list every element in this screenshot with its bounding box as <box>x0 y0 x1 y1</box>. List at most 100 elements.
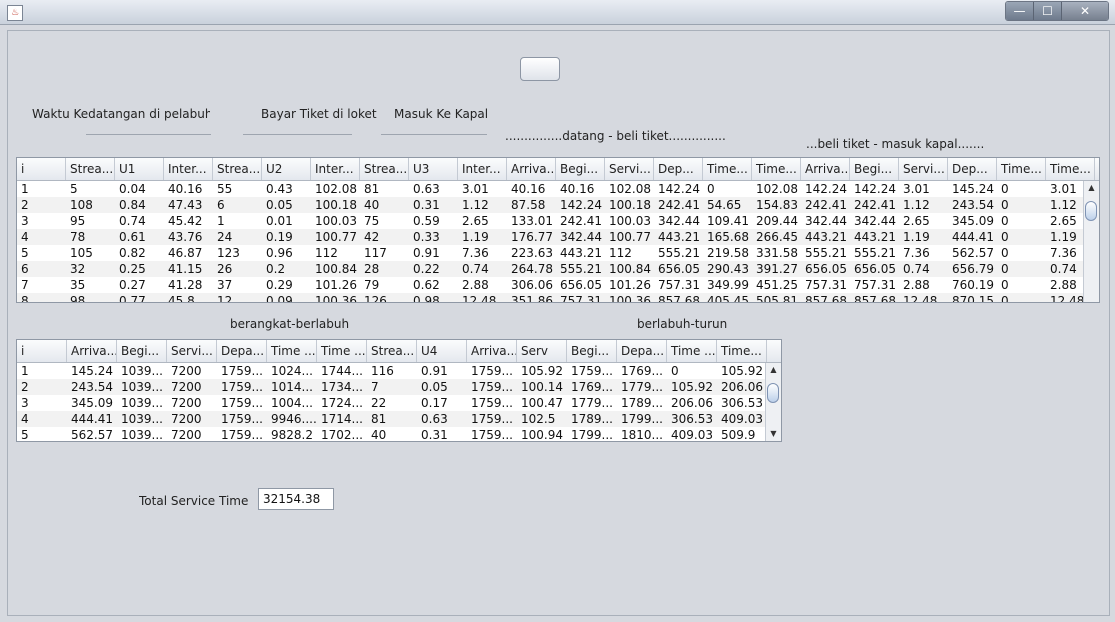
column-header[interactable]: Begi... <box>850 158 899 180</box>
column-header[interactable]: Dep... <box>948 158 997 180</box>
column-header[interactable]: U2 <box>262 158 311 180</box>
table-header: i Strea... U1 Inter... Strea... U2 Inter... Str… <box>17 158 1099 181</box>
table-cell: 6 <box>21 262 29 276</box>
column-header[interactable]: Servi... <box>167 340 217 362</box>
table-cell: 345.09 <box>71 396 113 410</box>
table-cell: 109.41 <box>707 214 749 228</box>
table-row[interactable]: 8 98 0.77 45.8 12 0.09 100.36 126 0.98 12.48 351.8… <box>17 293 1099 303</box>
column-header[interactable]: Time... <box>1046 158 1095 180</box>
scroll-up-arrow-icon[interactable]: ▲ <box>766 363 781 377</box>
table-row[interactable]: 7 35 0.27 41.28 37 0.29 101.26 79 0.62 2.88 306.06… <box>17 277 1099 293</box>
table-row[interactable]: 5 562.57 1039... 7200 1759... 9828.2 1702... 40… <box>17 427 781 442</box>
table-cell: 81 <box>371 412 387 426</box>
column-header[interactable]: U1 <box>115 158 164 180</box>
table-row[interactable]: 3 345.09 1039... 7200 1759... 1004... 1724... 2… <box>17 395 781 411</box>
column-header[interactable]: Arriva... <box>67 340 117 362</box>
scroll-thumb[interactable] <box>767 383 779 403</box>
table-cell: 1769... <box>571 380 613 394</box>
table-cell: 264.78 <box>511 262 553 276</box>
column-header[interactable]: Time... <box>997 158 1046 180</box>
table-cell: 32 <box>70 262 86 276</box>
column-header[interactable]: U3 <box>409 158 458 180</box>
table-row[interactable]: 4 444.41 1039... 7200 1759... 9946.... 1714...… <box>17 411 781 427</box>
table-cell: 1039... <box>121 380 163 394</box>
vertical-scrollbar[interactable]: ▲ <box>1083 181 1099 302</box>
column-header[interactable]: Strea... <box>66 158 115 180</box>
column-header[interactable]: Strea... <box>367 340 417 362</box>
column-header[interactable]: Begi... <box>117 340 167 362</box>
table-cell: 9828.2 <box>271 428 313 442</box>
table-cell: 242.41 <box>805 198 847 212</box>
table-row[interactable]: 2 108 0.84 47.43 6 0.05 100.18 40 0.31 1.12 87.58 1… <box>17 197 1099 213</box>
table-cell: 1759... <box>471 380 513 394</box>
scroll-thumb[interactable] <box>1085 201 1097 221</box>
column-header[interactable]: i <box>17 340 67 362</box>
table-cell: 4 <box>21 412 29 426</box>
close-button[interactable]: ✕ <box>1062 2 1108 20</box>
label-berangkat-berlabuh: berangkat-berlabuh <box>230 317 350 331</box>
table-row[interactable]: 3 95 0.74 45.42 1 0.01 100.03 75 0.59 2.65 133.01 2… <box>17 213 1099 229</box>
column-header[interactable]: Depa... <box>217 340 267 362</box>
table-cell: 1759... <box>221 412 263 426</box>
column-header[interactable]: Time... <box>703 158 752 180</box>
table-cell: 145.24 <box>952 182 994 196</box>
column-header[interactable]: Time... <box>717 340 767 362</box>
column-header[interactable]: Serv <box>517 340 567 362</box>
column-header[interactable]: Arriva... <box>507 158 556 180</box>
column-header[interactable]: Servi... <box>899 158 948 180</box>
table-row[interactable]: 6 32 0.25 41.15 26 0.2 100.84 28 0.22 0.74 264.78 5… <box>17 261 1099 277</box>
table-cell: 242.41 <box>658 198 700 212</box>
scroll-down-arrow-icon[interactable]: ▼ <box>766 427 781 441</box>
simulation-table-1[interactable]: i Strea... U1 Inter... Strea... U2 Inter... Str… <box>16 157 1100 303</box>
column-header[interactable]: Inter... <box>458 158 507 180</box>
column-header[interactable]: Begi... <box>567 340 617 362</box>
column-header[interactable]: Time... <box>752 158 801 180</box>
table-cell: 142.24 <box>805 182 847 196</box>
column-header[interactable]: Time ... <box>317 340 367 362</box>
column-header[interactable]: Dep... <box>654 158 703 180</box>
column-header[interactable]: Strea... <box>213 158 262 180</box>
column-header[interactable]: Inter... <box>164 158 213 180</box>
table-cell: 555.21 <box>658 246 700 260</box>
run-button[interactable] <box>520 57 560 81</box>
column-header[interactable]: U4 <box>417 340 467 362</box>
table-cell: 757.31 <box>658 278 700 292</box>
column-header[interactable]: Inter... <box>311 158 360 180</box>
simulation-table-2[interactable]: i Arriva... Begi... Servi... Depa... Time ...… <box>16 339 782 442</box>
table-cell: 1014... <box>271 380 313 394</box>
column-header[interactable]: Arriva... <box>467 340 517 362</box>
table-row[interactable]: 2 243.54 1039... 7200 1759... 1014... 1734... 7… <box>17 379 781 395</box>
column-header[interactable]: Begi... <box>556 158 605 180</box>
table-cell: 0.27 <box>119 278 146 292</box>
maximize-button[interactable]: ☐ <box>1034 2 1062 20</box>
label-masuk-kapal: Masuk Ke Kapal <box>394 107 489 121</box>
table-row[interactable]: 5 105 0.82 46.87 123 0.96 112 117 0.91 7.36 223.63… <box>17 245 1099 261</box>
table-cell: 6 <box>217 198 225 212</box>
table-cell: 219.58 <box>707 246 749 260</box>
column-header[interactable]: i <box>17 158 66 180</box>
column-header[interactable]: Arriva... <box>801 158 850 180</box>
column-header[interactable]: Time ... <box>667 340 717 362</box>
vertical-scrollbar[interactable]: ▲ ▼ <box>765 363 781 441</box>
minimize-button[interactable]: — <box>1006 2 1034 20</box>
table-cell: 443.21 <box>658 230 700 244</box>
table-cell: 142.24 <box>854 182 896 196</box>
table-cell: 1759... <box>471 428 513 442</box>
table-cell: 0 <box>1001 230 1009 244</box>
table-cell: 117 <box>364 246 387 260</box>
column-header[interactable]: Strea... <box>360 158 409 180</box>
column-header[interactable]: Servi... <box>605 158 654 180</box>
table-row[interactable]: 1 145.24 1039... 7200 1759... 1024... 1744... 1… <box>17 363 781 379</box>
table-cell: 1 <box>21 364 29 378</box>
table-row[interactable]: 4 78 0.61 43.76 24 0.19 100.77 42 0.33 1.19 176.77… <box>17 229 1099 245</box>
table-cell: 1789... <box>571 412 613 426</box>
column-header[interactable]: Time ... <box>267 340 317 362</box>
table-cell: 142.24 <box>658 182 700 196</box>
scroll-up-arrow-icon[interactable]: ▲ <box>1084 181 1099 195</box>
total-service-time-field[interactable]: 32154.38 <box>258 488 334 510</box>
table-cell: 1004... <box>271 396 313 410</box>
table-row[interactable]: 1 5 0.04 40.16 55 0.43 102.08 81 0.63 3.01 40.16 40… <box>17 181 1099 197</box>
column-header[interactable]: Depa... <box>617 340 667 362</box>
table-cell: 45.8 <box>168 294 195 303</box>
table-body: 1 145.24 1039... 7200 1759... 1024... 1744... 1… <box>17 363 781 442</box>
